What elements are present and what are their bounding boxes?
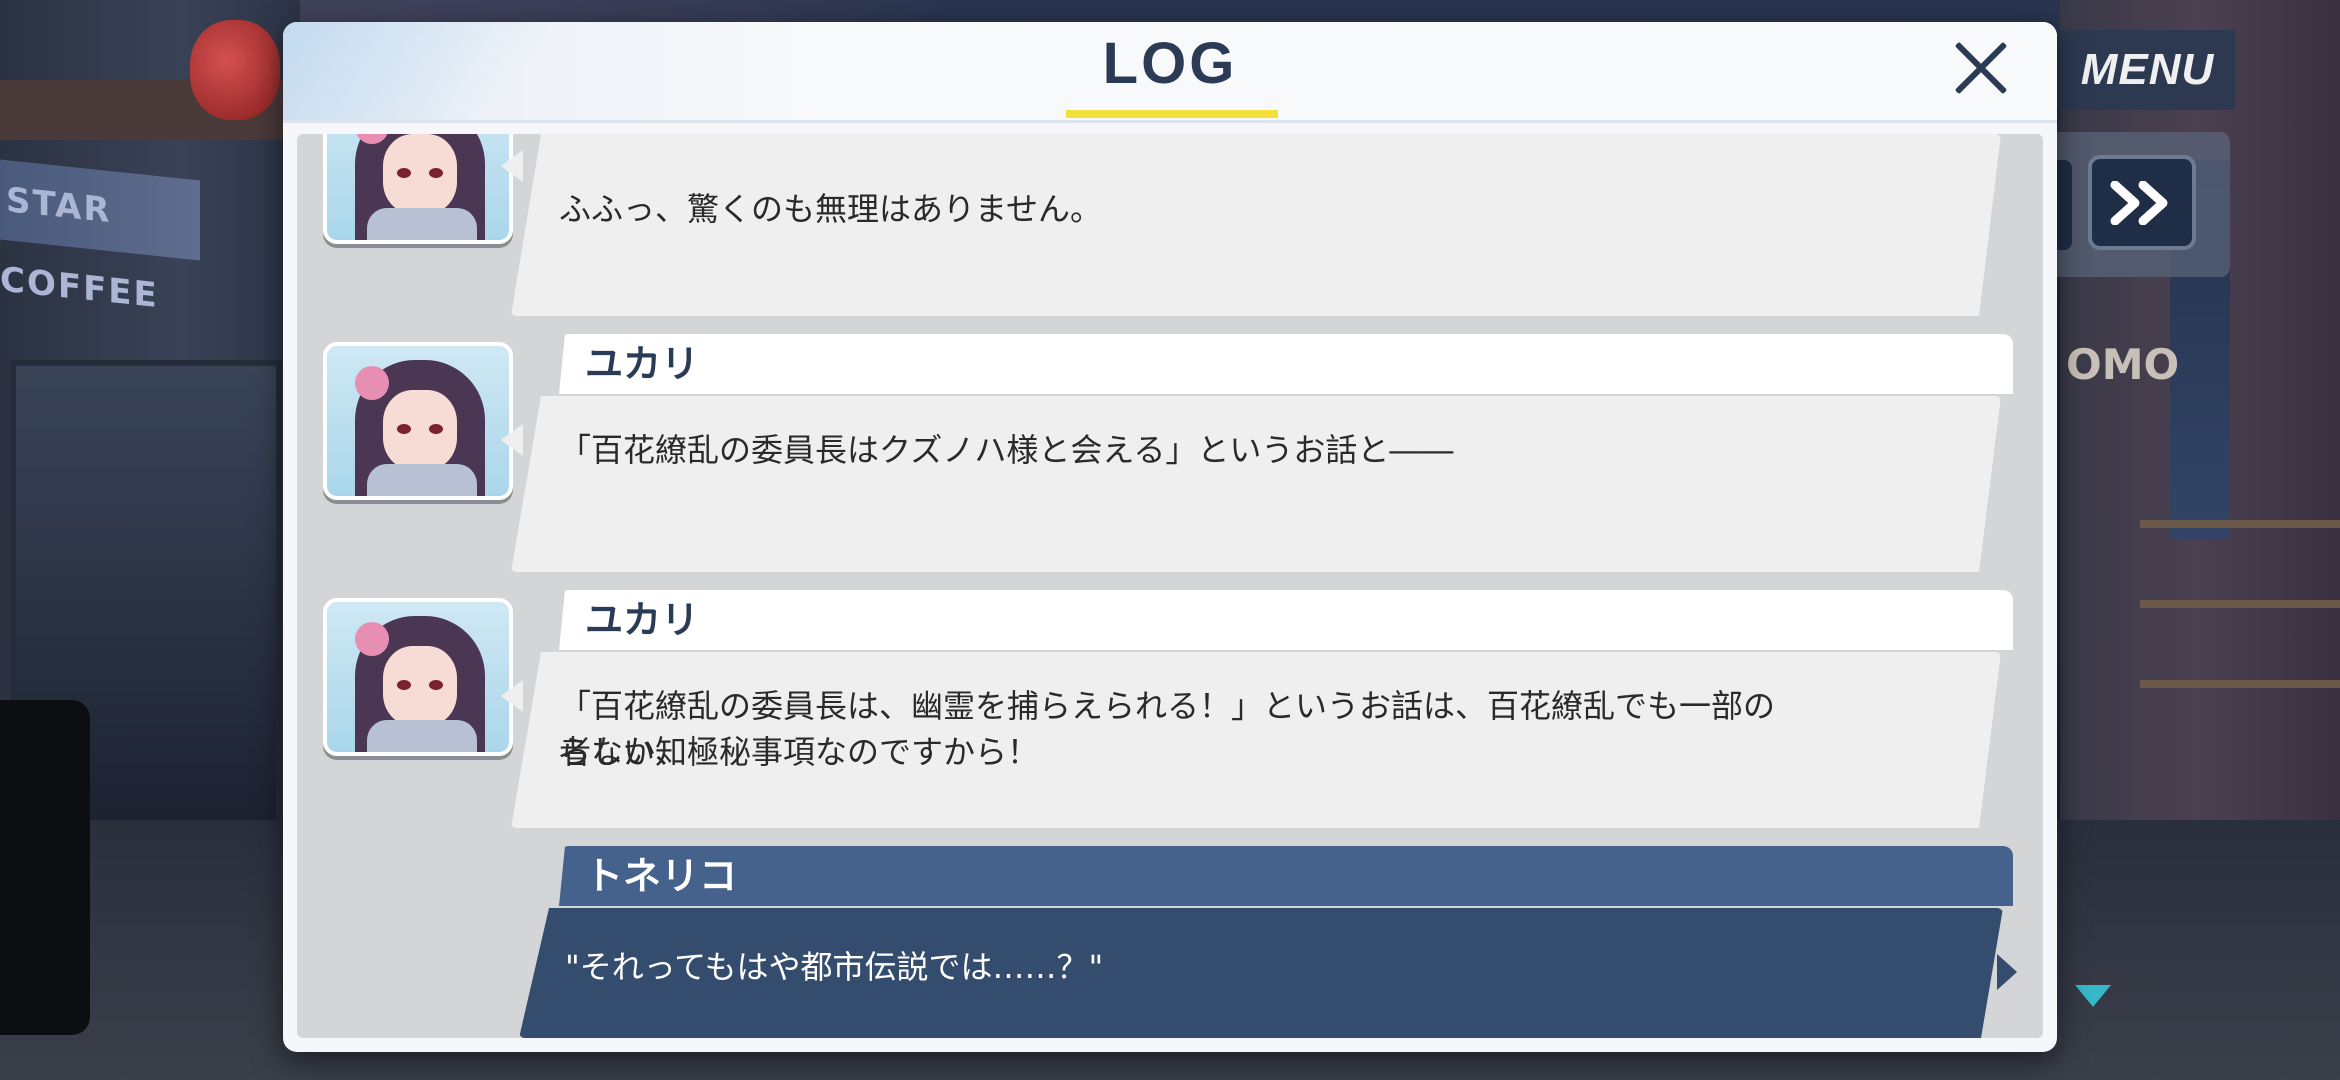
speaker-avatar [323, 598, 513, 756]
close-icon[interactable] [1949, 36, 2013, 100]
shop-shelf [2140, 600, 2340, 608]
speaker-name: ユカリ [585, 342, 700, 386]
message-bubble [511, 396, 2001, 572]
speaker-avatar [323, 342, 513, 500]
skip-button[interactable] [2088, 155, 2196, 250]
menu-button[interactable]: MENU [2060, 30, 2235, 110]
bubble-tail [501, 680, 523, 712]
shop-shelf [2140, 520, 2340, 528]
speaker-name: トネリコ [585, 854, 738, 898]
log-list[interactable]: ふふっ、驚くのも無理はありません。 ユカリ 「百花繚乱の委員長はクズノハ様と会え… [297, 134, 2043, 1038]
log-title: LOG [1102, 31, 1238, 96]
side-panel [0, 700, 90, 1035]
speaker-name-strip [559, 334, 2013, 394]
bubble-tail [1997, 954, 2017, 990]
bubble-tail [501, 150, 523, 182]
message-text: "それってもはや都市伝説では……？" [565, 948, 1104, 986]
title-underline [1066, 110, 1278, 118]
red-lantern [190, 20, 280, 120]
fast-forward-icon [2110, 180, 2168, 225]
shop-shelf [2140, 680, 2340, 688]
message-text: らない、極秘事項なのですから！ [559, 733, 1040, 771]
speaker-name-strip [559, 846, 2013, 906]
log-dialog: LOG ふふっ、驚くのも無理はありません。 ユカリ 「百花繚乱の委員長はクズノハ… [283, 22, 2057, 1052]
shop-sign-right: OMO [2066, 340, 2180, 389]
speaker-name: ユカリ [585, 598, 700, 642]
down-triangle-icon[interactable] [2075, 985, 2111, 1007]
message-text: 「百花繚乱の委員長はクズノハ様と会える」というお話と―― [559, 431, 1454, 469]
speaker-name-strip [559, 590, 2013, 650]
bubble-tail [501, 424, 523, 456]
speaker-avatar [323, 134, 513, 244]
message-text: ふふっ、驚くのも無理はありません。 [559, 190, 1103, 228]
log-header: LOG [283, 22, 2057, 123]
shop-sign: STAR COFFEE [0, 159, 200, 316]
